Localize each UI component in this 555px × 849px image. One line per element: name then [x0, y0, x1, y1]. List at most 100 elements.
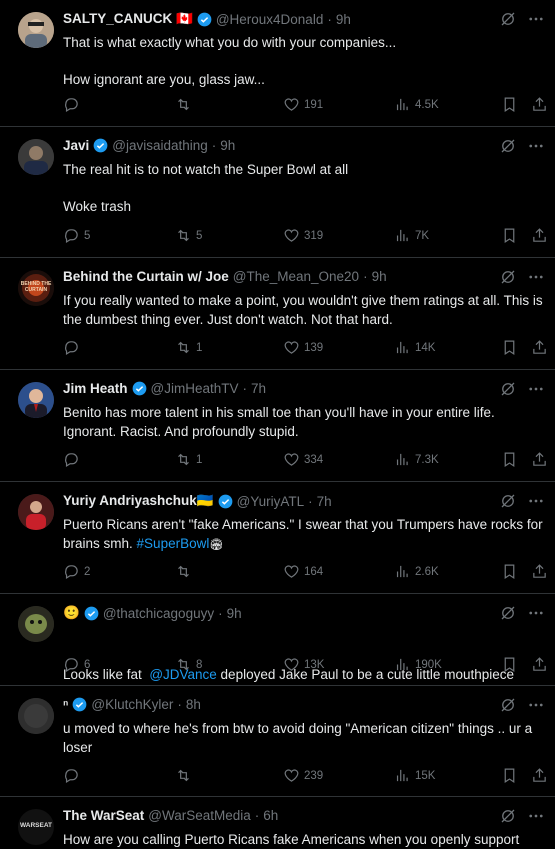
reply-button[interactable] [63, 451, 84, 468]
author-handle[interactable]: @JimHeathTV [151, 381, 239, 396]
repost-button[interactable]: 5 [175, 227, 202, 244]
more-icon[interactable] [527, 807, 545, 825]
like-button[interactable]: 13K [283, 656, 324, 673]
share-button[interactable] [531, 339, 548, 356]
share-button[interactable] [531, 563, 548, 580]
author-name[interactable]: 🙂 [63, 605, 80, 621]
tweet[interactable]: BEHIND THE CURTAIN Behind the Curtain w/… [0, 258, 555, 370]
views-button[interactable]: 7.3K [394, 451, 439, 468]
bookmark-button[interactable] [501, 563, 518, 580]
repost-button[interactable] [175, 96, 196, 113]
author-name[interactable]: The WarSeat [63, 808, 144, 823]
views-button[interactable]: 14K [394, 339, 435, 356]
bookmark-button[interactable] [501, 339, 518, 356]
avatar[interactable]: BEHIND THE CURTAIN [18, 270, 54, 306]
author-handle[interactable]: @YuriyATL [237, 494, 304, 509]
avatar[interactable] [18, 698, 54, 734]
bookmark-button[interactable] [501, 96, 518, 113]
author-name[interactable]: SALTY_CANUCK 🇨🇦 [63, 11, 193, 27]
more-icon[interactable] [527, 696, 545, 714]
author-handle[interactable]: @Heroux4Donald [216, 12, 324, 27]
avatar[interactable] [18, 606, 54, 642]
tweet[interactable]: Yuriy Andriyashchuk🇺🇦 @YuriyATL · 7h Pue… [0, 482, 555, 594]
bookmark-button[interactable] [501, 656, 518, 673]
grok-icon[interactable] [499, 137, 517, 155]
repost-button[interactable] [175, 767, 196, 784]
share-button[interactable] [531, 767, 548, 784]
like-button[interactable]: 319 [283, 227, 323, 244]
tweet[interactable]: SALTY_CANUCK 🇨🇦 @Heroux4Donald · 9h That… [0, 0, 555, 127]
reply-button[interactable] [63, 339, 84, 356]
share-button[interactable] [531, 656, 548, 673]
bookmark-button[interactable] [501, 767, 518, 784]
views-button[interactable]: 4.5K [394, 96, 439, 113]
grok-icon[interactable] [499, 10, 517, 28]
tweet[interactable]: Javi @javisaidathing · 9h The real hit i… [0, 127, 555, 258]
avatar[interactable]: WARSEAT [18, 809, 54, 845]
tweet[interactable]: WARSEAT The WarSeat @WarSeatMedia · 6h H… [0, 797, 555, 847]
share-button[interactable] [531, 451, 548, 468]
more-icon[interactable] [527, 604, 545, 622]
share-button[interactable] [531, 227, 548, 244]
repost-button[interactable]: 1 [175, 451, 202, 468]
views-button[interactable]: 15K [394, 767, 435, 784]
tweet[interactable]: 🙂 @thatchicagoguyy · 9h Looks like fat @… [0, 594, 555, 686]
grok-icon[interactable] [499, 492, 517, 510]
repost-button[interactable] [175, 563, 196, 580]
grok-icon[interactable] [499, 807, 517, 825]
more-icon[interactable] [527, 137, 545, 155]
repost-button[interactable]: 8 [175, 656, 202, 673]
avatar[interactable] [18, 494, 54, 530]
timestamp[interactable]: 9h [372, 269, 387, 284]
more-icon[interactable] [527, 492, 545, 510]
more-icon[interactable] [527, 268, 545, 286]
like-button[interactable]: 334 [283, 451, 323, 468]
more-icon[interactable] [527, 10, 545, 28]
bookmark-button[interactable] [501, 227, 518, 244]
author-name[interactable]: ⁿ [63, 697, 68, 712]
like-button[interactable]: 164 [283, 563, 323, 580]
author-name[interactable]: Jim Heath [63, 381, 128, 396]
author-name[interactable]: Behind the Curtain w/ Joe [63, 269, 229, 284]
avatar[interactable] [18, 382, 54, 418]
views-button[interactable]: 190K [394, 656, 442, 673]
share-button[interactable] [531, 96, 548, 113]
author-handle[interactable]: @thatchicagoguyy [103, 606, 214, 621]
timestamp[interactable]: 9h [336, 12, 351, 27]
tweet[interactable]: Jim Heath @JimHeathTV · 7h Benito has mo… [0, 370, 555, 482]
repost-button[interactable]: 1 [175, 339, 202, 356]
reply-button[interactable]: 6 [63, 656, 90, 673]
views-button[interactable]: 7K [394, 227, 429, 244]
timestamp[interactable]: 7h [251, 381, 266, 396]
author-handle[interactable]: @javisaidathing [112, 138, 208, 153]
timestamp[interactable]: 6h [263, 808, 278, 823]
reply-icon [65, 769, 78, 783]
grok-icon[interactable] [499, 380, 517, 398]
more-icon[interactable] [527, 380, 545, 398]
grok-icon[interactable] [499, 696, 517, 714]
grok-icon[interactable] [499, 604, 517, 622]
author-name[interactable]: Yuriy Andriyashchuk🇺🇦 [63, 493, 214, 509]
avatar[interactable] [18, 139, 54, 175]
timestamp[interactable]: 9h [227, 606, 242, 621]
tweet[interactable]: ⁿ @KlutchKyler · 8h u moved to where he'… [0, 686, 555, 797]
bookmark-button[interactable] [501, 451, 518, 468]
timestamp[interactable]: 8h [186, 697, 201, 712]
author-name[interactable]: Javi [63, 138, 89, 153]
author-handle[interactable]: @KlutchKyler [91, 697, 173, 712]
reply-button[interactable] [63, 767, 84, 784]
views-button[interactable]: 2.6K [394, 563, 439, 580]
grok-icon[interactable] [499, 268, 517, 286]
like-button[interactable]: 191 [283, 96, 323, 113]
author-handle[interactable]: @The_Mean_One20 [233, 269, 359, 284]
reply-button[interactable] [63, 96, 84, 113]
reply-button[interactable]: 5 [63, 227, 90, 244]
avatar[interactable] [18, 12, 54, 48]
like-button[interactable]: 139 [283, 339, 323, 356]
like-button[interactable]: 239 [283, 767, 323, 784]
reply-button[interactable]: 2 [63, 563, 90, 580]
timestamp[interactable]: 7h [317, 494, 332, 509]
author-handle[interactable]: @WarSeatMedia [148, 808, 251, 823]
timestamp[interactable]: 9h [220, 138, 235, 153]
hashtag-link[interactable]: #SuperBowl [137, 536, 210, 551]
